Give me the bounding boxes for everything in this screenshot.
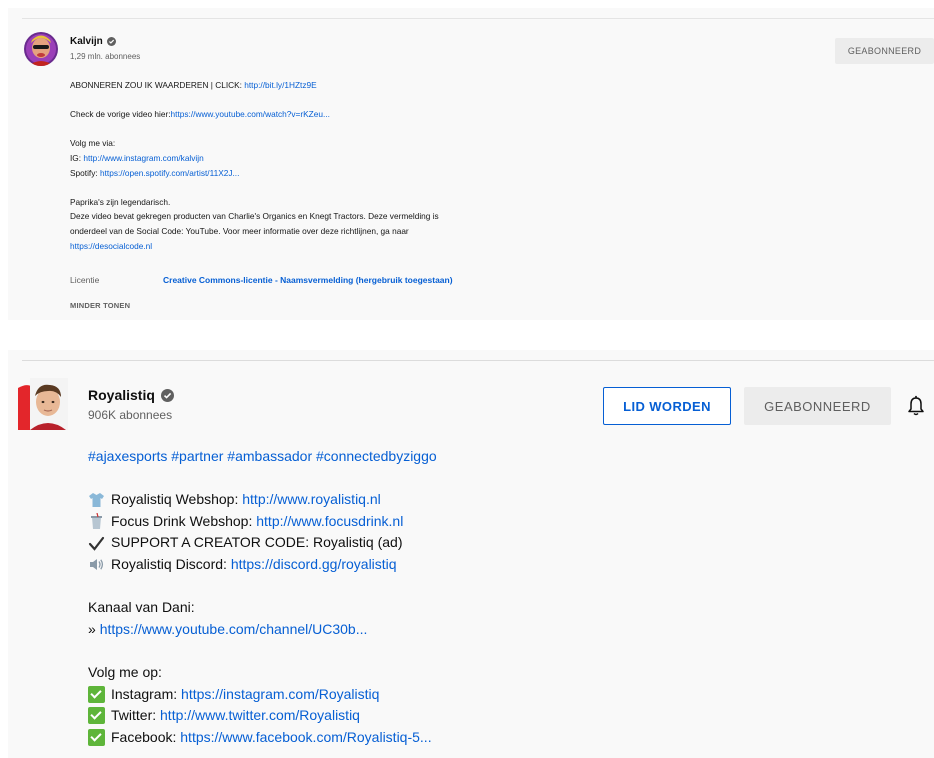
description-text: Instagram:: [111, 685, 182, 702]
description-text: SUPPORT A CREATOR CODE: Royalistiq (ad): [111, 534, 403, 551]
kalvijn-description-panel: Kalvijn 1,29 mln. abonnees GEABONNEERD A…: [8, 8, 934, 320]
description-text: Volg me via:: [70, 138, 116, 149]
channel-name-text[interactable]: Royalistiq: [88, 387, 155, 403]
description-text: Kanaal van Dani:: [88, 599, 195, 616]
description-text: onderdeel van de Social Code: YouTube. V…: [70, 225, 409, 236]
description-text: »: [88, 620, 100, 637]
check-box-icon: [88, 729, 105, 747]
description-line: Royalistiq Webshop: http://www.royalisti…: [88, 489, 908, 511]
description-line: onderdeel van de Social Code: YouTube. V…: [70, 224, 540, 239]
description-link[interactable]: https://www.youtube.com/watch?v=rKZeu...: [171, 109, 330, 119]
divider: [22, 18, 934, 19]
description-text: Twitter:: [111, 707, 161, 724]
description-text: Focus Drink Webshop:: [111, 512, 257, 529]
subscribed-button[interactable]: GEABONNEERD: [744, 387, 891, 425]
tshirt-icon: [88, 491, 105, 508]
description-line: SUPPORT A CREATOR CODE: Royalistiq (ad): [88, 532, 908, 554]
divider: [22, 360, 934, 361]
description-line: Focus Drink Webshop: http://www.focusdri…: [88, 511, 908, 533]
description-link[interactable]: http://www.focusdrink.nl: [256, 511, 403, 533]
channel-avatar[interactable]: [24, 32, 58, 66]
channel-name[interactable]: Royalistiq: [88, 387, 174, 403]
description-line: » https://www.youtube.com/channel/UC30b.…: [88, 619, 908, 641]
royalistiq-description-panel: Royalistiq 906K abonnees LID WORDEN GEAB…: [8, 350, 934, 758]
description-text: Check de vorige video hier:: [70, 109, 171, 120]
description-line: IG: http://www.instagram.com/kalvijn: [70, 151, 540, 166]
description-link[interactable]: http://www.instagram.com/kalvijn: [83, 153, 203, 163]
description-text: Royalistiq Discord:: [111, 555, 231, 572]
license-link[interactable]: Creative Commons-licentie - Naamsvermeld…: [163, 275, 453, 285]
description-line: Royalistiq Discord: https://discord.gg/r…: [88, 554, 908, 576]
description-line: https://desocialcode.nl: [70, 239, 540, 254]
description-link[interactable]: https://desocialcode.nl: [70, 241, 152, 251]
description-text: Volg me op:: [88, 663, 162, 680]
speaker-icon: [88, 556, 105, 573]
description-link[interactable]: #ajaxesports #partner #ambassador #conne…: [88, 446, 437, 468]
description-text: Facebook:: [111, 728, 181, 745]
description-line: #ajaxesports #partner #ambassador #conne…: [88, 446, 908, 468]
verified-icon: [106, 37, 116, 46]
description-line: Facebook: https://www.facebook.com/Royal…: [88, 727, 908, 749]
description-link[interactable]: https://open.spotify.com/artist/11X2J...: [100, 168, 239, 178]
description-line: Volg me via:: [70, 136, 540, 151]
channel-avatar[interactable]: [18, 378, 68, 430]
description-text: Paprika's zijn legendarisch.: [70, 196, 171, 207]
description-line: Twitter: http://www.twitter.com/Royalist…: [88, 705, 908, 727]
description-line: Kanaal van Dani:: [88, 597, 908, 619]
description-line: Instagram: https://instagram.com/Royalis…: [88, 684, 908, 706]
description-line: Paprika's zijn legendarisch.: [70, 195, 540, 210]
description-link[interactable]: http://bit.ly/1HZtz9E: [244, 80, 316, 90]
description-link[interactable]: http://www.twitter.com/Royalistiq: [160, 705, 360, 727]
description-text: Spotify:: [70, 167, 100, 178]
description-link[interactable]: https://discord.gg/royalistiq: [231, 554, 397, 576]
license-label: Licentie: [70, 275, 100, 285]
description-line: Check de vorige video hier:https://www.y…: [70, 107, 540, 122]
channel-description: #ajaxesports #partner #ambassador #conne…: [88, 446, 908, 748]
description-text: ABONNEREN ZOU IK WAARDEREN | CLICK:: [70, 80, 245, 90]
description-link[interactable]: http://www.royalistiq.nl: [242, 489, 381, 511]
show-less-button[interactable]: MINDER TONEN: [70, 301, 130, 310]
description-text: Royalistiq Webshop:: [111, 491, 243, 508]
description-line: Spotify: https://open.spotify.com/artist…: [70, 166, 540, 181]
drink-cup-icon: [88, 512, 105, 530]
description-link[interactable]: https://www.facebook.com/Royalistiq-5...: [180, 727, 431, 749]
subscriber-count: 1,29 mln. abonnees: [70, 52, 141, 61]
subscriber-count: 906K abonnees: [88, 408, 173, 422]
check-box-icon: [88, 707, 105, 725]
description-line: ABONNEREN ZOU IK WAARDEREN | CLICK: http…: [70, 78, 540, 93]
channel-name[interactable]: Kalvijn: [70, 36, 116, 47]
bell-icon[interactable]: [904, 394, 928, 418]
subscribed-button[interactable]: GEABONNEERD: [835, 38, 934, 64]
video-description: ABONNEREN ZOU IK WAARDEREN | CLICK: http…: [70, 78, 540, 253]
description-link[interactable]: https://www.youtube.com/channel/UC30b...: [100, 619, 368, 641]
description-link[interactable]: https://instagram.com/Royalistiq: [181, 684, 379, 706]
checkmark-icon: [88, 535, 105, 552]
join-member-button[interactable]: LID WORDEN: [603, 387, 731, 425]
description-text: IG:: [70, 152, 84, 163]
channel-name-text[interactable]: Kalvijn: [70, 36, 103, 47]
description-text: Deze video bevat gekregen producten van …: [70, 211, 439, 222]
verified-icon: [160, 388, 174, 402]
check-box-icon: [88, 685, 105, 703]
description-line: Volg me op:: [88, 662, 908, 684]
description-line: Deze video bevat gekregen producten van …: [70, 209, 540, 224]
